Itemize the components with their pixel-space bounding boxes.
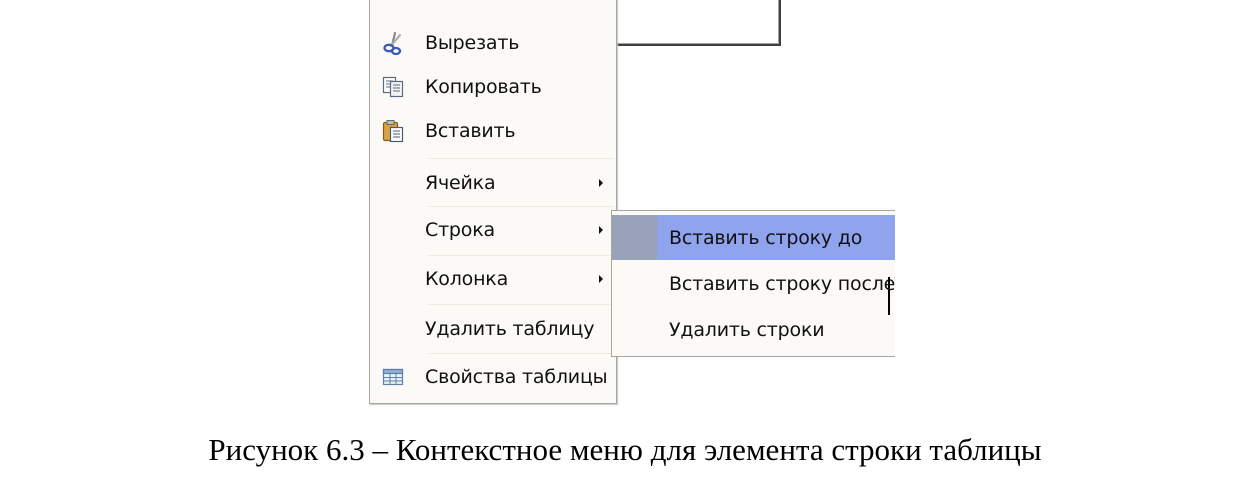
menu-item-label: Копировать bbox=[425, 76, 542, 98]
submenu-arrow-icon bbox=[599, 226, 603, 234]
menu-item-column[interactable]: Колонка bbox=[370, 257, 616, 301]
menu-separator bbox=[428, 255, 614, 256]
menu-item-label: Ячейка bbox=[425, 172, 496, 194]
menu-item-paste[interactable]: Вставить bbox=[370, 109, 616, 153]
menu-item-label: Колонка bbox=[425, 268, 509, 290]
menu-item-row[interactable]: Строка bbox=[370, 208, 616, 252]
menu-item-label: Свойства таблицы bbox=[425, 366, 608, 388]
screenshot-area: Вырезать Копировать Вставить Ячейка Стро… bbox=[362, 0, 895, 410]
context-menu: Вырезать Копировать Вставить Ячейка Стро… bbox=[369, 0, 617, 404]
submenu-item-delete-rows[interactable]: Удалить строки bbox=[612, 307, 895, 352]
figure-caption: Рисунок 6.3 – Контекстное меню для элеме… bbox=[208, 432, 1042, 467]
submenu-item-insert-row-before[interactable]: Вставить строку до bbox=[612, 215, 895, 260]
menu-separator bbox=[428, 304, 614, 305]
submenu-arrow-icon bbox=[599, 275, 603, 283]
menu-item-label: Вырезать bbox=[425, 32, 520, 54]
menu-item-delete-table[interactable]: Удалить таблицу bbox=[370, 307, 616, 351]
text-cursor bbox=[888, 277, 890, 315]
menu-item-table-properties[interactable]: Свойства таблицы bbox=[370, 355, 616, 399]
submenu-item-label: Вставить строку до bbox=[669, 226, 863, 249]
table-properties-icon bbox=[370, 355, 416, 399]
cut-scissors-icon bbox=[370, 21, 416, 65]
menu-item-label: Строка bbox=[425, 219, 495, 241]
submenu-item-label: Удалить строки bbox=[669, 318, 825, 341]
paste-clipboard-icon bbox=[370, 109, 416, 153]
submenu-item-label: Вставить строку после bbox=[669, 272, 895, 295]
background-control-fragment bbox=[614, 0, 781, 46]
copy-icon bbox=[370, 65, 416, 109]
menu-separator bbox=[428, 158, 614, 159]
menu-item-label: Удалить таблицу bbox=[425, 318, 595, 340]
menu-item-cell[interactable]: Ячейка bbox=[370, 161, 616, 205]
submenu-item-insert-row-after[interactable]: Вставить строку после bbox=[612, 261, 895, 306]
menu-separator bbox=[428, 206, 614, 207]
row-submenu: Вставить строку до Вставить строку после… bbox=[611, 210, 895, 357]
menu-item-copy[interactable]: Копировать bbox=[370, 65, 616, 109]
menu-item-label: Вставить bbox=[425, 120, 516, 142]
submenu-arrow-icon bbox=[599, 179, 603, 187]
menu-separator bbox=[428, 353, 614, 354]
menu-item-cut[interactable]: Вырезать bbox=[370, 21, 616, 65]
